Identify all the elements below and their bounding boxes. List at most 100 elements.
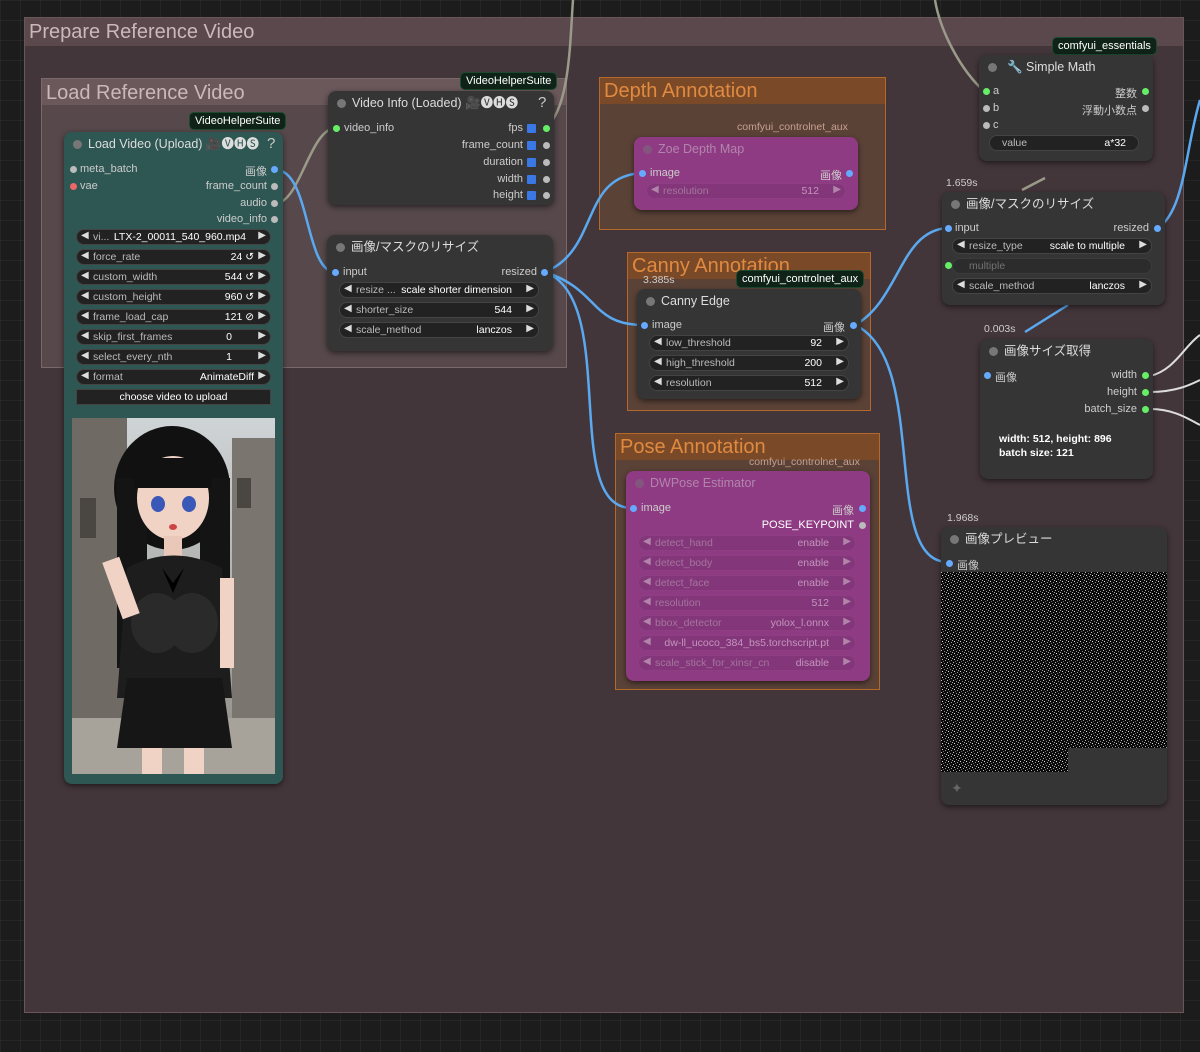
widget-multiple[interactable]: multiple: [952, 258, 1152, 274]
input-port-input[interactable]: [945, 225, 952, 232]
arrow-right-icon[interactable]: ▶: [843, 556, 851, 567]
help-icon[interactable]: ?: [267, 135, 275, 152]
collapse-dot[interactable]: [337, 99, 346, 108]
arrow-left-icon[interactable]: ◀: [643, 556, 651, 567]
widget-frame-load-cap[interactable]: ◀ frame_load_cap 121 ⊘ ▶: [76, 309, 271, 325]
input-port-video-info[interactable]: [333, 125, 340, 132]
arrow-left-icon[interactable]: ◀: [643, 536, 651, 547]
widget-custom-width[interactable]: ◀ custom_width 544 ↺ ▶: [76, 269, 271, 285]
output-port-height[interactable]: [1142, 389, 1149, 396]
arrow-right-icon[interactable]: ▶: [843, 576, 851, 587]
output-port-batch-size[interactable]: [1142, 406, 1149, 413]
node-dwpose-estimator[interactable]: DWPose Estimator image 画像 POSE_KEYPOINT …: [626, 471, 870, 681]
widget-resolution[interactable]: ◀ resolution 512 ▶: [638, 595, 856, 611]
arrow-left-icon[interactable]: ◀: [957, 279, 965, 290]
node-title[interactable]: Canny Edge: [637, 289, 861, 313]
output-port-int[interactable]: [1142, 88, 1149, 95]
arrow-left-icon[interactable]: ◀: [654, 356, 662, 367]
arrow-left-icon[interactable]: ◀: [344, 283, 352, 294]
collapse-dot[interactable]: [646, 297, 655, 306]
input-port-image[interactable]: [630, 505, 637, 512]
widget-force-rate[interactable]: ◀ force_rate 24 ↺ ▶: [76, 249, 271, 265]
collapse-dot[interactable]: [988, 63, 997, 72]
arrow-right-icon[interactable]: ▶: [1139, 279, 1147, 290]
output-port-image[interactable]: [271, 166, 278, 173]
arrow-left-icon[interactable]: ◀: [344, 323, 352, 334]
collapse-dot[interactable]: [336, 243, 345, 252]
arrow-right-icon[interactable]: ▶: [258, 350, 266, 361]
collapse-dot[interactable]: [643, 145, 652, 154]
arrow-left-icon[interactable]: ◀: [81, 310, 89, 321]
node-title[interactable]: 画像サイズ取得: [980, 339, 1153, 363]
widget-resize-type[interactable]: ◀ resize ... scale shorter dimension ▶: [339, 282, 539, 298]
arrow-left-icon[interactable]: ◀: [81, 250, 89, 261]
widget-scale-stick[interactable]: ◀ scale_stick_for_xinsr_cn disable ▶: [638, 655, 856, 671]
collapse-dot[interactable]: [951, 200, 960, 209]
arrow-right-icon[interactable]: ▶: [843, 636, 851, 647]
arrow-left-icon[interactable]: ◀: [654, 376, 662, 387]
widget-format[interactable]: ◀ format AnimateDiff ▶: [76, 369, 271, 385]
arrow-left-icon[interactable]: ◀: [651, 184, 659, 195]
node-video-info-loaded[interactable]: Video Info (Loaded) 🎥🅥🅗🅢 ? video_info fp…: [328, 91, 554, 205]
node-preview-image[interactable]: 画像プレビュー 画像 ✦: [941, 527, 1167, 805]
node-get-image-size[interactable]: 画像サイズ取得 画像 width height batch_size width…: [980, 339, 1153, 479]
input-port-input[interactable]: [332, 269, 339, 276]
arrow-left-icon[interactable]: ◀: [957, 239, 965, 250]
node-title[interactable]: 画像/マスクのリサイズ: [942, 192, 1165, 216]
widget-low-threshold[interactable]: ◀ low_threshold 92 ▶: [649, 335, 849, 351]
output-port-video-info[interactable]: [271, 216, 278, 223]
output-port-image[interactable]: [846, 170, 853, 177]
widget-detect-body[interactable]: ◀ detect_body enable ▶: [638, 555, 856, 571]
collapse-dot[interactable]: [950, 535, 959, 544]
node-zoe-depth-map[interactable]: Zoe Depth Map image 画像 ◀ resolution 512 …: [634, 137, 858, 210]
node-title[interactable]: Load Video (Upload) 🎥🅥🅗🅢: [64, 132, 283, 156]
arrow-right-icon[interactable]: ▶: [836, 356, 844, 367]
arrow-left-icon[interactable]: ◀: [643, 636, 651, 647]
widget-resize-type[interactable]: ◀ resize_type scale to multiple ▶: [952, 238, 1152, 254]
arrow-left-icon[interactable]: ◀: [81, 350, 89, 361]
output-port-pose-keypoint[interactable]: [859, 522, 866, 529]
output-port-image[interactable]: [850, 322, 857, 329]
input-port-image[interactable]: [984, 372, 991, 379]
node-title[interactable]: 画像/マスクのリサイズ: [327, 235, 553, 259]
arrow-right-icon[interactable]: ▶: [258, 290, 266, 301]
arrow-right-icon[interactable]: ▶: [258, 310, 266, 321]
output-port-audio[interactable]: [271, 200, 278, 207]
widget-shorter-size[interactable]: ◀ shorter_size 544 ▶: [339, 302, 539, 318]
widget-resolution[interactable]: ◀ resolution 512 ▶: [649, 375, 849, 391]
arrow-right-icon[interactable]: ▶: [258, 330, 266, 341]
arrow-right-icon[interactable]: ▶: [526, 303, 534, 314]
node-image-mask-resize-1[interactable]: 画像/マスクのリサイズ input resized ◀ resize ... s…: [327, 235, 553, 351]
input-port-image[interactable]: [641, 322, 648, 329]
widget-pose-estimator[interactable]: ◀ dw-ll_ucoco_384_bs5.torchscript.pt ▶: [638, 635, 856, 651]
collapse-dot[interactable]: [635, 479, 644, 488]
arrow-left-icon[interactable]: ◀: [81, 330, 89, 341]
arrow-right-icon[interactable]: ▶: [843, 656, 851, 667]
arrow-right-icon[interactable]: ▶: [843, 616, 851, 627]
arrow-right-icon[interactable]: ▶: [258, 230, 266, 241]
arrow-left-icon[interactable]: ◀: [643, 616, 651, 627]
help-icon[interactable]: ?: [538, 94, 546, 111]
output-port-width[interactable]: [543, 176, 550, 183]
node-title[interactable]: 🔧 Simple Math: [979, 55, 1153, 79]
arrow-right-icon[interactable]: ▶: [1139, 239, 1147, 250]
output-port-duration[interactable]: [543, 159, 550, 166]
arrow-right-icon[interactable]: ▶: [258, 250, 266, 261]
input-port-vae[interactable]: [70, 183, 77, 190]
output-port-fps[interactable]: [543, 125, 550, 132]
arrow-left-icon[interactable]: ◀: [81, 290, 89, 301]
arrow-right-icon[interactable]: ▶: [258, 270, 266, 281]
arrow-left-icon[interactable]: ◀: [81, 230, 89, 241]
sparkle-icon[interactable]: ✦: [951, 780, 963, 797]
input-port-b[interactable]: [983, 105, 990, 112]
output-port-resized[interactable]: [541, 269, 548, 276]
arrow-right-icon[interactable]: ▶: [843, 536, 851, 547]
output-port-float[interactable]: [1142, 105, 1149, 112]
collapse-dot[interactable]: [73, 140, 82, 149]
arrow-right-icon[interactable]: ▶: [526, 283, 534, 294]
input-port-image[interactable]: [639, 170, 646, 177]
widget-input-port-multiple[interactable]: [945, 262, 952, 269]
node-title[interactable]: 画像プレビュー: [941, 527, 1167, 551]
output-port-frame-count[interactable]: [543, 142, 550, 149]
input-port-c[interactable]: [983, 122, 990, 129]
